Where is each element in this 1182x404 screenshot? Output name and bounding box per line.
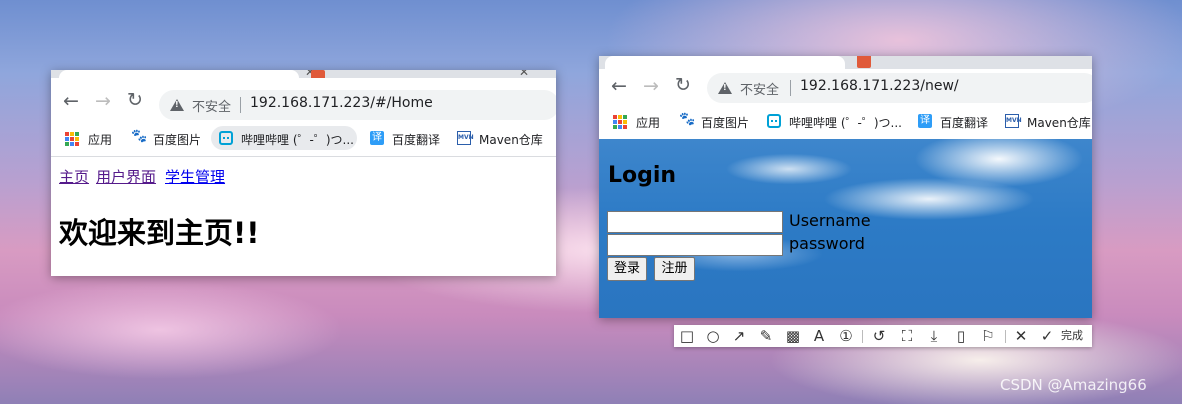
mosaic-icon[interactable]: ▩ xyxy=(781,325,805,347)
baidu-paw-icon: 🐾 xyxy=(131,129,148,144)
tab-active[interactable] xyxy=(605,56,845,69)
toolbar-divider xyxy=(862,330,863,343)
url-text[interactable]: 192.168.171.223/new/ xyxy=(800,78,959,94)
address-separator xyxy=(790,80,791,96)
password-input[interactable] xyxy=(607,234,783,256)
not-secure-label: 不安全 xyxy=(192,100,232,115)
copy-icon[interactable]: ▯ xyxy=(949,325,973,347)
tab-strip xyxy=(599,56,1092,69)
download-icon[interactable]: ⤓ xyxy=(922,325,946,347)
left-browser-window: ✕ ✕ ← → ↻ 不安全 192.168.171.223/#/Home 应用 … xyxy=(51,70,556,276)
address-separator xyxy=(240,97,241,113)
nav-link-home[interactable]: 主页 xyxy=(59,166,89,187)
username-label: Username xyxy=(789,211,871,230)
reload-icon[interactable]: ↻ xyxy=(127,91,143,110)
url-text[interactable]: 192.168.171.223/#/Home xyxy=(250,95,433,111)
ellipse-icon[interactable]: ○ xyxy=(701,325,725,347)
tab-favicon-icon xyxy=(857,56,871,68)
bookmark-baidu-images[interactable]: 百度图片 xyxy=(701,114,749,131)
back-arrow-icon[interactable]: ← xyxy=(63,92,79,111)
apps-grid-icon[interactable] xyxy=(613,115,627,129)
bookmarks-bar: 应用 🐾 百度图片 哔哩哔哩 (゜-゜)つ... 译 百度翻译 MVN Mave… xyxy=(51,122,556,157)
nav-link-students[interactable]: 学生管理 xyxy=(165,166,225,187)
warning-icon xyxy=(718,82,732,94)
warning-icon xyxy=(170,99,184,111)
password-label: password xyxy=(789,234,865,253)
bookmark-baidu-translate[interactable]: 百度翻译 xyxy=(392,131,440,148)
address-bar[interactable]: 不安全 192.168.171.223/#/Home xyxy=(159,90,556,120)
register-button[interactable]: 注册 xyxy=(654,257,695,281)
forward-arrow-icon[interactable]: → xyxy=(95,92,111,111)
pencil-icon[interactable]: ✎ xyxy=(754,325,778,347)
not-secure-label: 不安全 xyxy=(740,83,780,98)
toolbar-divider xyxy=(1005,330,1006,343)
bilibili-icon xyxy=(767,114,781,128)
bookmark-apps[interactable]: 应用 xyxy=(636,114,660,131)
tab-home[interactable] xyxy=(59,70,299,78)
bilibili-icon xyxy=(219,131,233,145)
username-input[interactable] xyxy=(607,211,783,233)
bookmark-bilibili[interactable]: 哔哩哔哩 (゜-゜)つ... xyxy=(789,114,902,131)
bookmark-apps[interactable]: 应用 xyxy=(88,131,112,148)
navigation-toolbar: ← → ↻ 不安全 192.168.171.223/new/ xyxy=(599,69,1092,107)
tab-strip: ✕ ✕ xyxy=(51,70,556,84)
login-title: Login xyxy=(608,163,677,188)
nav-link-user[interactable]: 用户界面 xyxy=(96,166,156,187)
welcome-heading: 欢迎来到主页!! xyxy=(59,216,260,250)
text-icon[interactable]: A xyxy=(807,325,831,347)
screenshot-toolbar: □ ○ ↗ ✎ ▩ A ① ↺ ⛶ ⤓ ▯ ⚐ ✕ ✓ 完成 xyxy=(674,325,1092,347)
login-button[interactable]: 登录 xyxy=(607,257,647,281)
watermark: CSDN @Amazing66 xyxy=(1000,376,1147,394)
maven-icon: MVN xyxy=(1005,114,1022,128)
close-icon[interactable]: ✕ xyxy=(1009,325,1033,347)
bookmark-baidu-images[interactable]: 百度图片 xyxy=(153,131,201,148)
login-page-background: Login Username password 登录 注册 xyxy=(599,139,1092,318)
translate-icon: 译 xyxy=(918,114,932,128)
back-arrow-icon[interactable]: ← xyxy=(611,77,627,96)
address-bar[interactable]: 不安全 192.168.171.223/new/ xyxy=(707,73,1092,103)
forward-arrow-icon[interactable]: → xyxy=(643,77,659,96)
translate-icon: 译 xyxy=(370,131,384,145)
bookmark-baidu-translate[interactable]: 百度翻译 xyxy=(940,114,988,131)
maven-icon: MVN xyxy=(457,131,474,145)
bookmark-bilibili[interactable]: 哔哩哔哩 (゜-゜)つ... xyxy=(241,131,354,148)
number-icon[interactable]: ① xyxy=(834,325,858,347)
undo-icon[interactable]: ↺ xyxy=(867,325,891,347)
baidu-paw-icon: 🐾 xyxy=(679,112,696,127)
bookmarks-bar: 应用 🐾 百度图片 哔哩哔哩 (゜-゜)つ... 译 百度翻译 MVN Mave… xyxy=(599,107,1092,140)
apps-grid-icon[interactable] xyxy=(65,132,79,146)
check-icon[interactable]: ✓ xyxy=(1035,325,1059,347)
bookmark-maven[interactable]: Maven仓库 xyxy=(1027,114,1091,131)
pin-icon[interactable]: ⛶ xyxy=(895,325,919,347)
bookmark-maven[interactable]: Maven仓库 xyxy=(479,131,543,148)
reload-icon[interactable]: ↻ xyxy=(675,76,691,95)
right-browser-window: ← → ↻ 不安全 192.168.171.223/new/ 应用 🐾 百度图片… xyxy=(599,56,1092,318)
rectangle-icon[interactable]: □ xyxy=(675,325,699,347)
save-icon[interactable]: ⚐ xyxy=(976,325,1000,347)
arrow-icon[interactable]: ↗ xyxy=(727,325,751,347)
done-label[interactable]: 完成 xyxy=(1061,325,1083,347)
